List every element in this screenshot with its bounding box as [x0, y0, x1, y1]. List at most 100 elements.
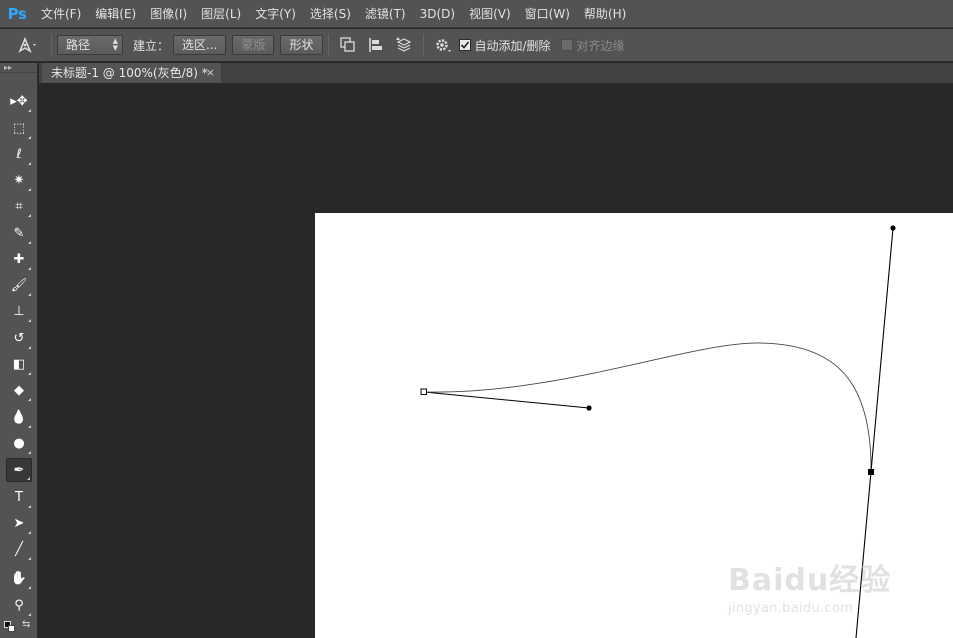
submenu-indicator-icon	[28, 293, 31, 296]
checkmark-icon	[460, 41, 469, 49]
submenu-indicator-icon	[28, 398, 31, 401]
watermark: Baidu经验 jingyan.baidu.com	[728, 555, 891, 616]
make-shape-button[interactable]: 形状	[280, 35, 323, 55]
menu-item[interactable]: 滤镜(T)	[358, 0, 413, 28]
menu-item[interactable]: 选择(S)	[303, 0, 358, 28]
menu-item[interactable]: 图像(I)	[143, 0, 194, 28]
tools-panel: ▸▸ ▸✥ ⬚ ℓ ✷ ⌗ ✎ ✚ 🖌 ⊥ ↺ ◧ ◆ 💧 ● ✒ T ➤ ╱ ✋ ⚲ ⇆	[0, 63, 38, 638]
submenu-indicator-icon	[28, 372, 31, 375]
photoshop-logo: Ps	[7, 4, 27, 23]
close-icon[interactable]: ×	[206, 63, 215, 83]
auto-add-delete-option[interactable]: 自动添加/删除	[457, 37, 555, 54]
crop-icon: ⌗	[15, 198, 23, 214]
history-brush-icon: ↺	[13, 330, 25, 346]
path-alignment-button[interactable]	[365, 34, 387, 56]
separator	[422, 34, 424, 56]
line-tool[interactable]: ╱	[6, 537, 32, 561]
geometry-options-button[interactable]	[432, 34, 454, 56]
submenu-indicator-icon	[28, 425, 31, 428]
path-selection-tool[interactable]: ➤	[6, 511, 32, 535]
menu-item[interactable]: 3D(D)	[413, 0, 462, 28]
align-edges-label: 对齐边缘	[576, 38, 625, 53]
tool-mode-value: 路径	[66, 38, 91, 52]
submenu-indicator-icon	[28, 346, 31, 349]
menu-item[interactable]: 视图(V)	[462, 0, 518, 28]
submenu-indicator-icon	[28, 557, 31, 560]
panel-collapse-icon[interactable]: ▸▸	[0, 63, 37, 73]
make-selection-button[interactable]: 选区...	[173, 35, 227, 55]
make-mask-button[interactable]: 蒙版	[232, 35, 275, 55]
submenu-indicator-icon	[28, 136, 31, 139]
path-operations-button[interactable]	[337, 34, 359, 56]
menu-item[interactable]: 帮助(H)	[577, 0, 633, 28]
menu-bar: Ps 文件(F) 编辑(E) 图像(I) 图层(L) 文字(Y) 选择(S) 滤镜(T) 3D…	[0, 0, 953, 28]
blur-icon: 💧	[10, 409, 28, 425]
path-arrangement-button[interactable]	[393, 34, 415, 56]
submenu-indicator-icon	[28, 109, 31, 112]
dodge-tool[interactable]: ●	[6, 431, 32, 455]
align-edges-checkbox[interactable]	[560, 39, 573, 51]
line-icon: ╱	[15, 541, 23, 557]
move-tool[interactable]: ▸✥	[6, 89, 32, 113]
menu-item[interactable]: 编辑(E)	[88, 0, 143, 28]
align-edges-option[interactable]: 对齐边缘	[559, 37, 629, 54]
select-arrows-icon: ▲ ▼	[112, 37, 118, 52]
submenu-indicator-icon	[28, 586, 31, 589]
hand-tool[interactable]: ✋	[6, 566, 32, 590]
paint-bucket-icon: ◆	[14, 382, 24, 398]
path-selection-icon: ➤	[13, 515, 25, 531]
crop-tool[interactable]: ⌗	[6, 194, 32, 218]
submenu-indicator-icon	[28, 505, 31, 508]
brush-tool[interactable]: 🖌	[6, 273, 32, 297]
marquee-icon: ⬚	[12, 120, 26, 136]
healing-brush-tool[interactable]: ✚	[6, 247, 32, 271]
stamp-tool[interactable]: ⊥	[6, 299, 32, 323]
menu-item[interactable]: 图层(L)	[194, 0, 248, 28]
pen-tool-preset-picker[interactable]	[11, 34, 43, 56]
marquee-tool[interactable]: ⬚	[6, 116, 32, 140]
separator	[327, 34, 329, 56]
options-bar: 路径 ▲ ▼ 建立： 选区... 蒙版 形状 自动添加/删除 对齐边缘	[0, 29, 953, 62]
auto-add-delete-checkbox[interactable]	[458, 39, 471, 51]
submenu-indicator-icon	[28, 267, 31, 270]
menu-item[interactable]: 窗口(W)	[518, 0, 577, 28]
tool-mode-select[interactable]: 路径 ▲ ▼	[57, 35, 123, 55]
submenu-indicator-icon	[28, 188, 31, 191]
default-colors-icon[interactable]	[4, 621, 18, 633]
dodge-icon: ●	[13, 435, 25, 451]
submenu-indicator-icon	[28, 451, 31, 454]
menu-items: 文件(F) 编辑(E) 图像(I) 图层(L) 文字(Y) 选择(S) 滤镜(T) 3D(D)…	[34, 0, 633, 28]
make-label: 建立：	[133, 38, 170, 53]
submenu-indicator-icon	[28, 162, 31, 165]
submenu-indicator-icon	[28, 319, 31, 322]
type-tool[interactable]: T	[6, 485, 32, 509]
lasso-tool[interactable]: ℓ	[6, 142, 32, 166]
document-tab[interactable]: 未标题-1 @ 100%(灰色/8) * ×	[42, 63, 222, 83]
pen-tool[interactable]: ✒	[6, 458, 32, 482]
eraser-tool[interactable]: ◧	[6, 352, 32, 376]
path-alignment-icon	[368, 38, 382, 52]
swap-colors-icon[interactable]: ⇆	[22, 619, 30, 630]
move-icon: ▸✥	[10, 93, 28, 109]
blur-tool[interactable]: 💧	[6, 405, 32, 429]
submenu-indicator-icon	[28, 241, 31, 244]
submenu-indicator-icon	[27, 477, 30, 480]
zoom-tool[interactable]: ⚲	[6, 593, 32, 617]
pen-icon: ✒	[13, 462, 25, 478]
healing-brush-icon: ✚	[13, 251, 25, 267]
magic-wand-tool[interactable]: ✷	[6, 168, 32, 192]
submenu-indicator-icon	[28, 214, 31, 217]
menu-item[interactable]: 文字(Y)	[248, 0, 303, 28]
submenu-indicator-icon	[28, 531, 31, 534]
menu-item[interactable]: 文件(F)	[34, 0, 88, 28]
watermark-logo: Baidu经验	[728, 563, 892, 598]
submenu-indicator-icon	[28, 613, 31, 616]
watermark-url: jingyan.baidu.com	[728, 601, 854, 616]
paint-bucket-tool[interactable]: ◆	[6, 378, 32, 402]
path-operations-icon	[339, 37, 355, 52]
path-arrangement-icon	[395, 37, 411, 52]
history-brush-tool[interactable]: ↺	[6, 326, 32, 350]
eyedropper-tool[interactable]: ✎	[6, 221, 32, 245]
stamp-icon: ⊥	[13, 303, 25, 319]
eyedropper-icon: ✎	[13, 225, 25, 241]
